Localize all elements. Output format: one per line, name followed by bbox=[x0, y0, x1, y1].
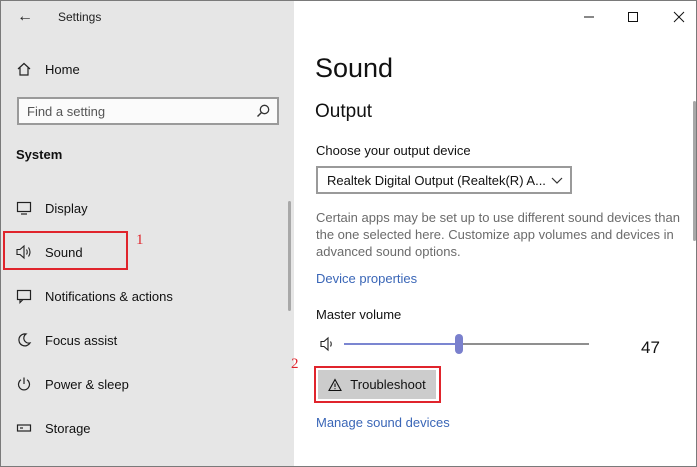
manage-sound-devices-link[interactable]: Manage sound devices bbox=[316, 415, 450, 430]
app-title: Settings bbox=[58, 10, 102, 24]
page-title: Sound bbox=[315, 53, 394, 83]
sidebar-item-notifications[interactable]: Notifications & actions bbox=[1, 276, 291, 316]
sidebar-item-storage[interactable]: Storage bbox=[1, 408, 291, 448]
sidebar-item-label: Storage bbox=[45, 420, 91, 436]
sidebar-item-focus-assist[interactable]: Focus assist bbox=[1, 320, 291, 360]
sidebar-item-display[interactable]: Display bbox=[1, 188, 291, 228]
output-description: Certain apps may be set up to use differ… bbox=[316, 210, 680, 259]
slider-thumb[interactable] bbox=[455, 334, 463, 354]
output-device-dropdown[interactable]: Realtek Digital Output (Realtek(R) A... bbox=[316, 166, 572, 194]
output-device-value: Realtek Digital Output (Realtek(R) A... bbox=[327, 173, 546, 188]
annotation-number-2: 2 bbox=[291, 356, 299, 372]
search-icon[interactable] bbox=[255, 103, 271, 119]
section-title-output: Output bbox=[315, 101, 373, 122]
output-device-label: Choose your output device bbox=[316, 143, 471, 158]
volume-icon[interactable] bbox=[319, 336, 337, 352]
sidebar-item-label: Power & sleep bbox=[45, 376, 129, 392]
volume-value: 47 bbox=[641, 338, 660, 357]
master-volume-label: Master volume bbox=[316, 307, 402, 322]
maximize-icon[interactable] bbox=[621, 6, 645, 28]
section-heading: System bbox=[16, 147, 63, 162]
master-volume-slider[interactable] bbox=[344, 343, 589, 345]
sidebar-item-label: Notifications & actions bbox=[45, 288, 173, 304]
power-icon bbox=[15, 375, 33, 393]
sidebar-scrollbar[interactable] bbox=[288, 201, 291, 311]
minimize-icon[interactable] bbox=[577, 6, 601, 28]
sidebar-item-power-sleep[interactable]: Power & sleep bbox=[1, 364, 291, 404]
title-bar: ← Settings bbox=[1, 1, 294, 33]
notification-icon bbox=[15, 287, 33, 305]
slider-fill bbox=[344, 343, 459, 345]
sidebar: ← Settings Home System Display bbox=[1, 1, 294, 466]
home-icon bbox=[15, 60, 33, 78]
device-properties-link[interactable]: Device properties bbox=[316, 271, 417, 286]
back-arrow-icon[interactable]: ← bbox=[15, 7, 35, 27]
main-content: Sound Output Choose your output device R… bbox=[291, 1, 696, 466]
annotation-box-2 bbox=[314, 366, 441, 403]
sidebar-item-home[interactable]: Home bbox=[1, 49, 291, 89]
display-icon bbox=[15, 199, 33, 217]
annotation-number-1: 1 bbox=[136, 232, 144, 248]
sidebar-item-label: Display bbox=[45, 200, 88, 216]
close-icon[interactable] bbox=[667, 6, 691, 28]
search-box[interactable] bbox=[17, 97, 279, 125]
sidebar-item-label: Home bbox=[45, 61, 80, 77]
content-scrollbar[interactable] bbox=[693, 101, 696, 241]
moon-icon bbox=[15, 331, 33, 349]
annotation-box-1 bbox=[3, 231, 128, 270]
settings-window: ← Settings Home System Display bbox=[0, 0, 697, 467]
chevron-down-icon bbox=[550, 173, 564, 187]
search-input[interactable] bbox=[19, 99, 249, 123]
storage-icon bbox=[15, 419, 33, 437]
sidebar-item-label: Focus assist bbox=[45, 332, 118, 348]
